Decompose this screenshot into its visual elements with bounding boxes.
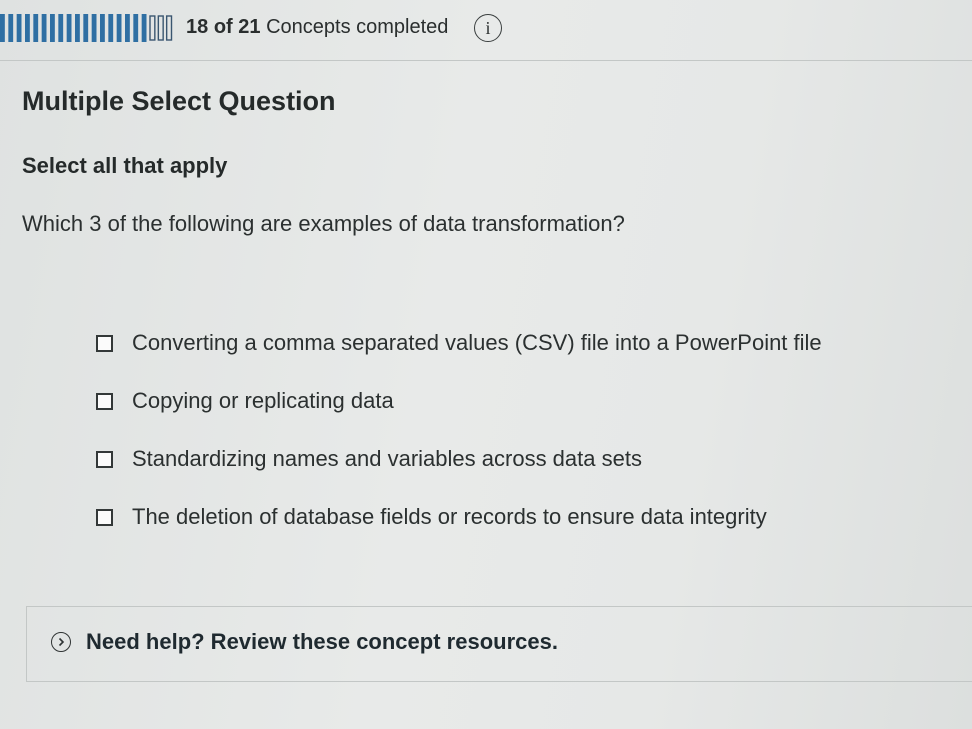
answer-option-3[interactable]: Standardizing names and variables across…	[96, 444, 642, 474]
progress-segment-complete	[91, 14, 97, 42]
progress-segment-complete	[66, 14, 72, 42]
total-count: 21	[238, 16, 261, 38]
progress-segment-complete	[41, 14, 47, 42]
of-label: of	[213, 16, 233, 38]
checkbox-icon[interactable]	[96, 508, 113, 526]
answer-option-label: The deletion of database fields or recor…	[132, 504, 767, 529]
progress-segment-complete	[58, 14, 64, 42]
progress-segment-complete	[16, 14, 22, 42]
progress-label: 18 of 21 Concepts completed	[186, 16, 448, 39]
answer-option-1[interactable]: Converting a comma separated values (CSV…	[96, 328, 822, 358]
progress-segment-complete	[8, 14, 14, 42]
chevron-right-circle-icon[interactable]	[51, 632, 71, 652]
info-icon[interactable]: i	[474, 14, 502, 42]
progress-segment-complete	[108, 14, 114, 42]
checkbox-icon[interactable]	[96, 334, 113, 352]
progress-segment-complete	[133, 14, 139, 42]
progress-segment-complete	[141, 14, 147, 42]
progress-segment-complete	[100, 14, 105, 42]
question-prompt: Which 3 of the following are examples of…	[22, 211, 625, 236]
answer-option-label: Standardizing names and variables across…	[132, 446, 642, 471]
progress-segment-complete	[83, 14, 89, 42]
progress-segment-complete	[75, 14, 80, 42]
help-resources-link[interactable]: Need help? Review these concept resource…	[51, 629, 558, 655]
progress-segment-complete	[33, 14, 39, 42]
progress-segment-complete	[25, 14, 30, 42]
answer-option-label: Converting a comma separated values (CSV…	[132, 330, 822, 355]
progress-segment-incomplete	[149, 15, 156, 41]
answer-option-4[interactable]: The deletion of database fields or recor…	[96, 502, 767, 532]
progress-suffix: Concepts completed	[266, 16, 449, 38]
help-resources-label: Need help? Review these concept resource…	[86, 629, 558, 654]
progress-segment-complete	[125, 14, 130, 42]
completed-count: 18	[186, 16, 209, 38]
progress-segment-complete	[50, 14, 55, 42]
answer-option-2[interactable]: Copying or replicating data	[96, 386, 394, 416]
question-type-heading: Multiple Select Question	[22, 86, 336, 116]
progress-segment-complete	[0, 14, 5, 42]
progress-header: 18 of 21 Concepts completed i	[0, 0, 972, 61]
progress-segments	[0, 14, 173, 42]
progress-segment-incomplete	[165, 15, 173, 41]
help-panel: Need help? Review these concept resource…	[26, 606, 972, 682]
progress-segment-incomplete	[157, 15, 164, 41]
progress-segment-complete	[116, 14, 122, 42]
checkbox-icon[interactable]	[96, 392, 113, 410]
progress-bar	[0, 12, 175, 44]
answer-option-label: Copying or replicating data	[132, 388, 394, 413]
checkbox-icon[interactable]	[96, 450, 113, 468]
question-instruction: Select all that apply	[22, 153, 228, 178]
